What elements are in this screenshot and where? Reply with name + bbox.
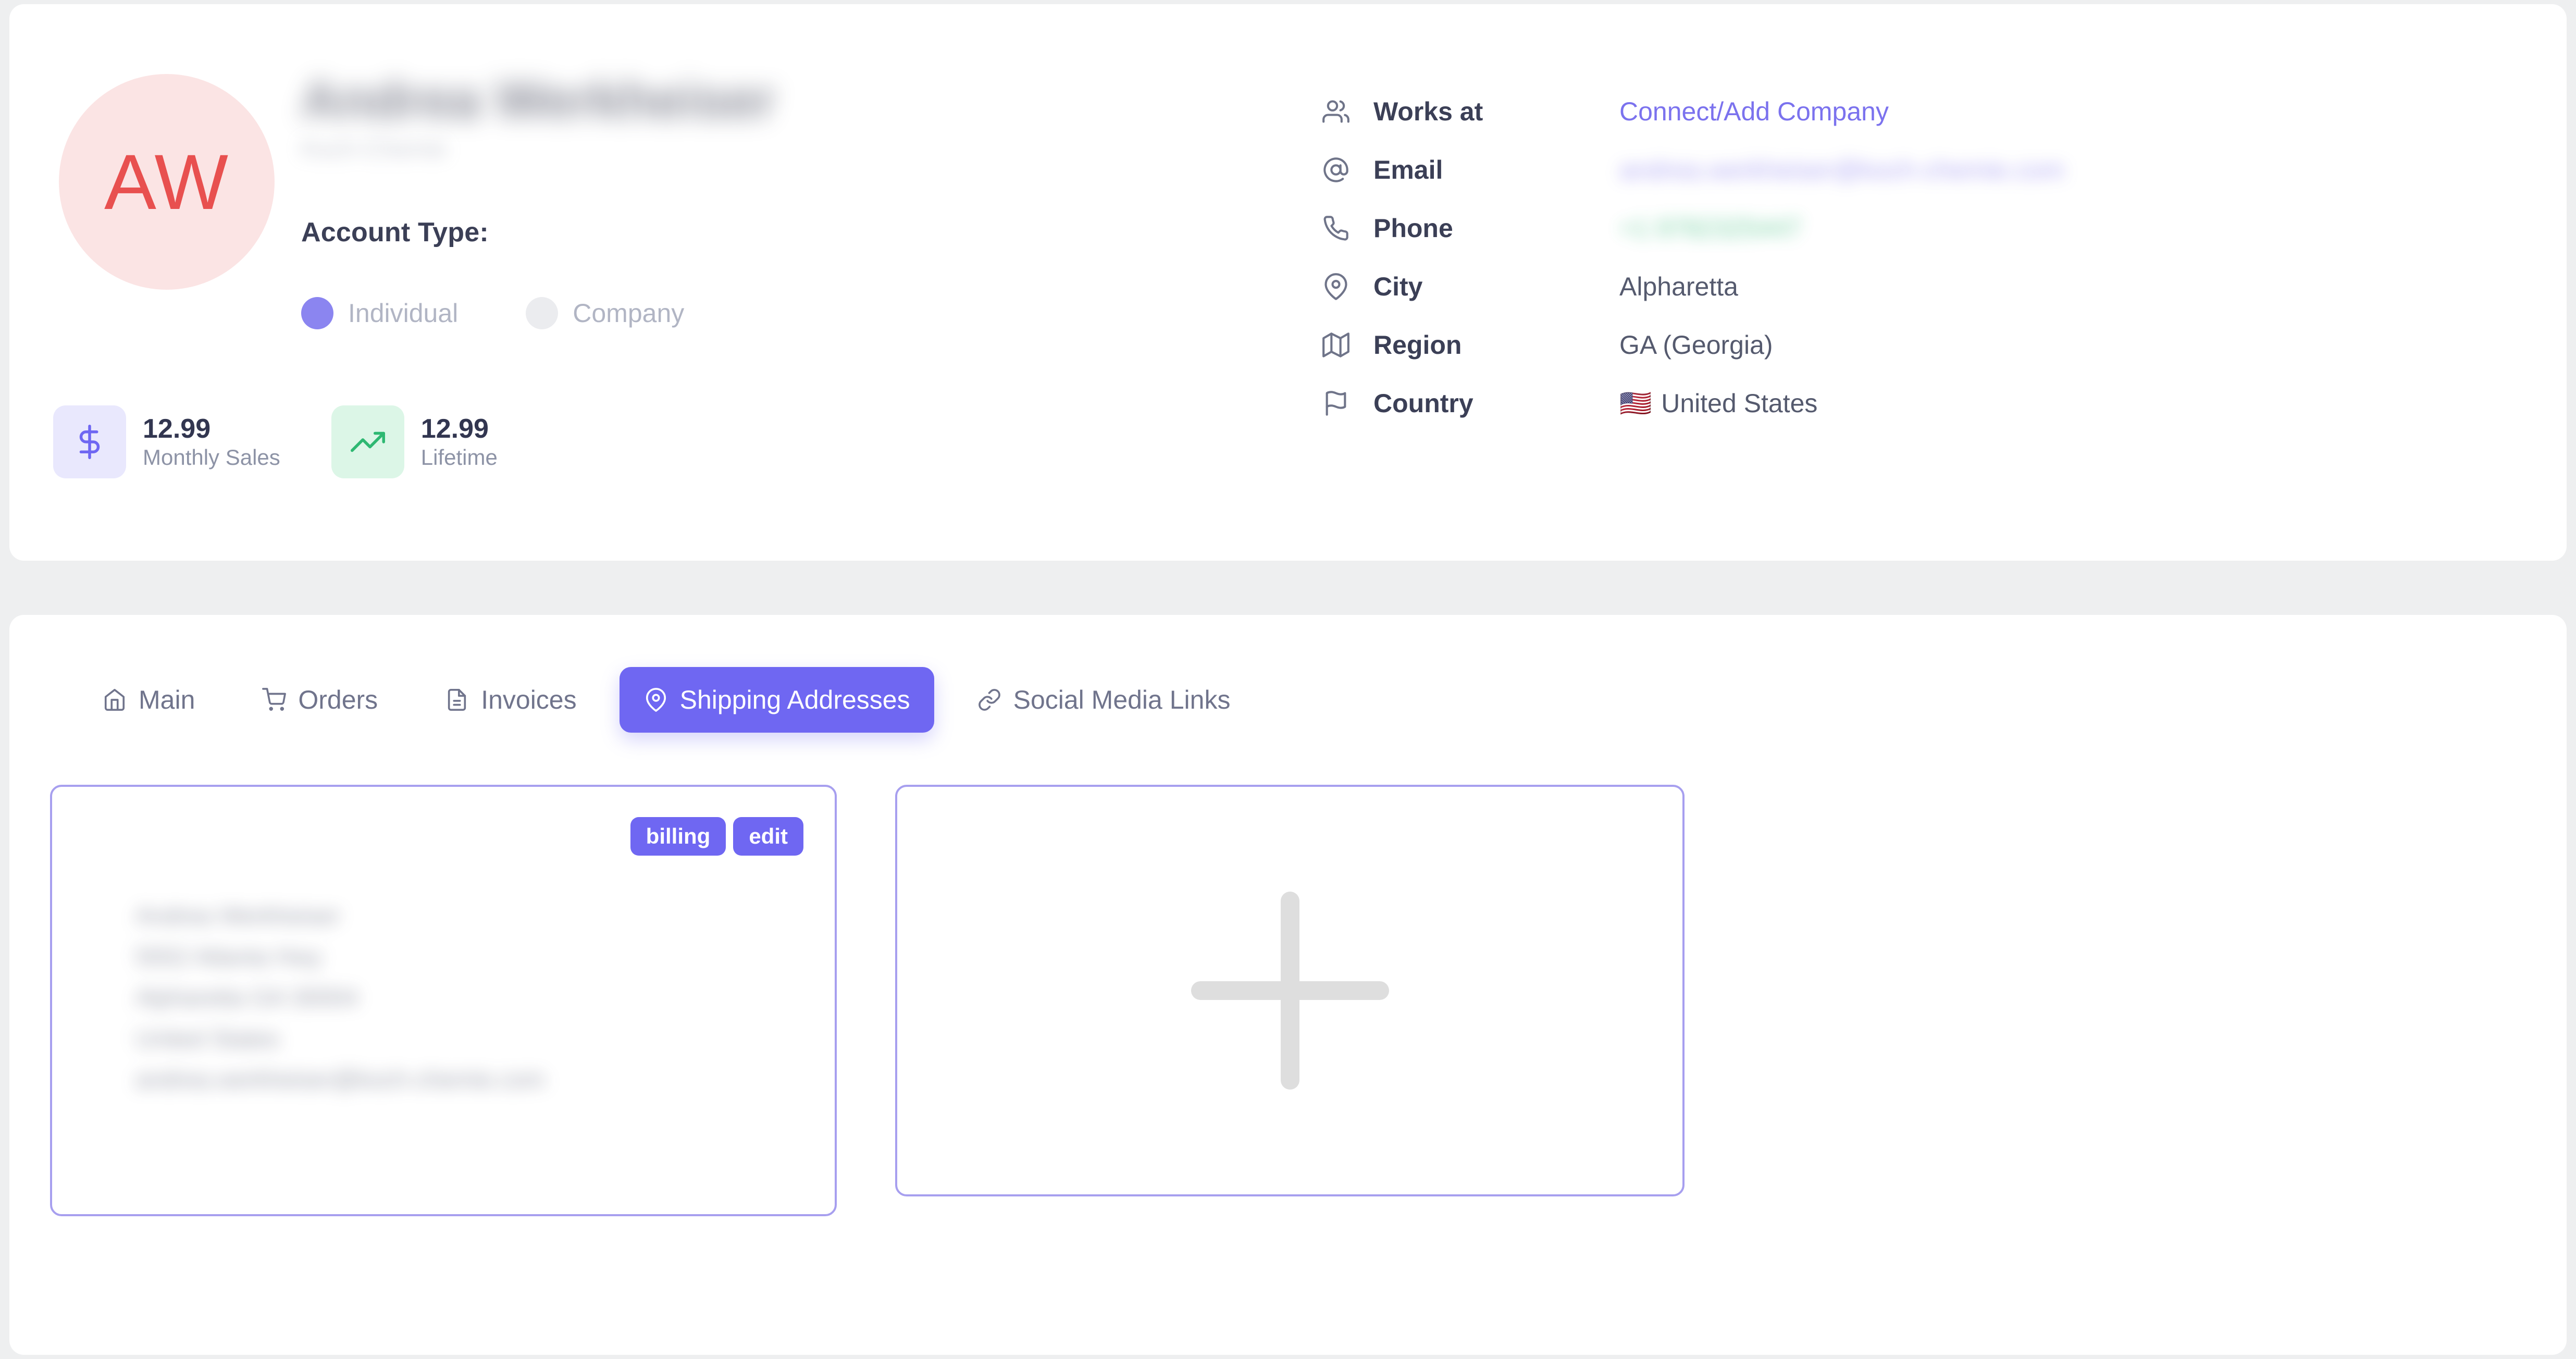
info-row-city: City Alpharetta xyxy=(1322,257,2064,316)
users-icon xyxy=(1322,98,1359,125)
info-label-city: City xyxy=(1373,272,1423,301)
info-label-email: Email xyxy=(1373,155,1443,184)
trending-up-icon xyxy=(331,405,404,478)
link-icon xyxy=(977,687,1002,712)
address-card[interactable]: billing edit Andrea Werkheiser 5552 Atla… xyxy=(50,785,837,1216)
info-value-country: 🇺🇸 United States xyxy=(1619,388,1817,418)
map-pin-icon xyxy=(1322,273,1359,300)
info-label-region: Region xyxy=(1373,330,1462,360)
tab-label-invoices: Invoices xyxy=(481,685,577,714)
tab-bar: Main Orders Invoices Shipping Addresses … xyxy=(78,667,1273,733)
address-line-city-state-zip: Alpharetta GA 30004 xyxy=(135,984,358,1011)
phone-icon xyxy=(1322,215,1359,242)
radio-label-company: Company xyxy=(573,299,685,328)
flag-icon xyxy=(1322,390,1359,417)
stat-label-monthly: Monthly Sales xyxy=(143,445,280,470)
shopping-cart-icon xyxy=(262,687,287,712)
tab-social-media-links[interactable]: Social Media Links xyxy=(953,667,1255,733)
address-card-badges: billing edit xyxy=(630,817,803,856)
edit-button[interactable]: edit xyxy=(733,817,803,856)
tab-label-orders: Orders xyxy=(298,685,378,714)
info-value-city: Alpharetta xyxy=(1619,272,1738,301)
dollar-icon xyxy=(53,405,126,478)
radio-option-company[interactable]: Company xyxy=(526,297,684,329)
address-card-list: billing edit Andrea Werkheiser 5552 Atla… xyxy=(50,785,1685,1216)
tab-orders[interactable]: Orders xyxy=(238,667,402,733)
address-line-name: Andrea Werkheiser xyxy=(135,902,340,929)
account-type-label: Account Type: xyxy=(301,217,489,248)
stat-value-lifetime: 12.99 xyxy=(420,413,489,444)
address-line-email: andrea.werkheiser@koch-chemie.com xyxy=(135,1066,545,1093)
status-badge-billing[interactable]: billing xyxy=(630,817,726,856)
file-text-icon xyxy=(444,687,469,712)
tab-label-main: Main xyxy=(139,685,195,714)
plus-icon xyxy=(1191,892,1389,1090)
tab-shipping-addresses[interactable]: Shipping Addresses xyxy=(619,667,934,733)
stat-text-monthly: 12.99 Monthly Sales xyxy=(143,415,280,470)
info-label-country: Country xyxy=(1373,389,1473,418)
page-root: AW Andrea Werkheiser Koch-Chemie Account… xyxy=(0,0,2576,1359)
profile-subtitle: Koch-Chemie xyxy=(301,135,447,162)
info-value-email[interactable]: andrea.werkheiser@koch-chemie.com xyxy=(1619,155,2064,185)
map-pin-icon xyxy=(643,687,668,712)
profile-panel: AW Andrea Werkheiser Koch-Chemie Account… xyxy=(9,4,2567,561)
tab-label-shipping-addresses: Shipping Addresses xyxy=(679,685,910,714)
radio-dot-individual[interactable] xyxy=(301,297,333,329)
address-text-block: Andrea Werkheiser 5552 Atlanta Hwy Alpha… xyxy=(135,903,545,1093)
tab-invoices[interactable]: Invoices xyxy=(420,667,600,733)
stat-lifetime: 12.99 Lifetime xyxy=(331,405,498,478)
radio-option-individual[interactable]: Individual xyxy=(301,297,458,329)
info-row-phone: Phone +1 9782325447 xyxy=(1322,199,2064,257)
home-icon xyxy=(102,687,127,712)
info-row-country: Country 🇺🇸 United States xyxy=(1322,374,2064,433)
identity-block: Andrea Werkheiser Koch-Chemie xyxy=(301,72,1031,162)
avatar: AW xyxy=(59,74,275,290)
info-row-works-at: Works at Connect/Add Company xyxy=(1322,82,2064,141)
radio-dot-company[interactable] xyxy=(526,297,559,329)
avatar-initials: AW xyxy=(104,138,230,226)
info-value-phone[interactable]: +1 9782325447 xyxy=(1619,213,1801,243)
contact-info-list: Works at Connect/Add Company Email andre… xyxy=(1322,82,2064,433)
connect-add-company-link[interactable]: Connect/Add Company xyxy=(1619,96,1889,127)
radio-label-individual: Individual xyxy=(348,299,459,328)
info-label-phone: Phone xyxy=(1373,214,1453,243)
map-icon xyxy=(1322,331,1359,359)
info-row-email: Email andrea.werkheiser@koch-chemie.com xyxy=(1322,141,2064,199)
stat-text-lifetime: 12.99 Lifetime xyxy=(421,415,498,470)
info-value-region: GA (Georgia) xyxy=(1619,330,1773,360)
stat-value-monthly: 12.99 xyxy=(143,413,211,444)
page-title: Andrea Werkheiser xyxy=(301,71,775,129)
account-type-radio-group: Individual Company xyxy=(301,297,684,329)
tab-label-social-media-links: Social Media Links xyxy=(1013,685,1231,714)
stats-row: 12.99 Monthly Sales 12.99 Lifetime xyxy=(53,405,498,478)
stat-label-lifetime: Lifetime xyxy=(420,445,498,470)
stat-monthly-sales: 12.99 Monthly Sales xyxy=(53,405,280,478)
info-label-works-at: Works at xyxy=(1373,97,1483,126)
add-address-card[interactable] xyxy=(895,785,1685,1196)
country-name-text: United States xyxy=(1661,389,1818,418)
us-flag-emoji: 🇺🇸 xyxy=(1619,389,1652,418)
address-line-country: United States xyxy=(135,1024,280,1052)
address-line-street: 5552 Atlanta Hwy xyxy=(135,943,323,970)
tab-main[interactable]: Main xyxy=(78,667,219,733)
info-row-region: Region GA (Georgia) xyxy=(1322,316,2064,374)
profile-content: AW Andrea Werkheiser Koch-Chemie Account… xyxy=(9,4,2567,561)
at-sign-icon xyxy=(1322,156,1359,183)
